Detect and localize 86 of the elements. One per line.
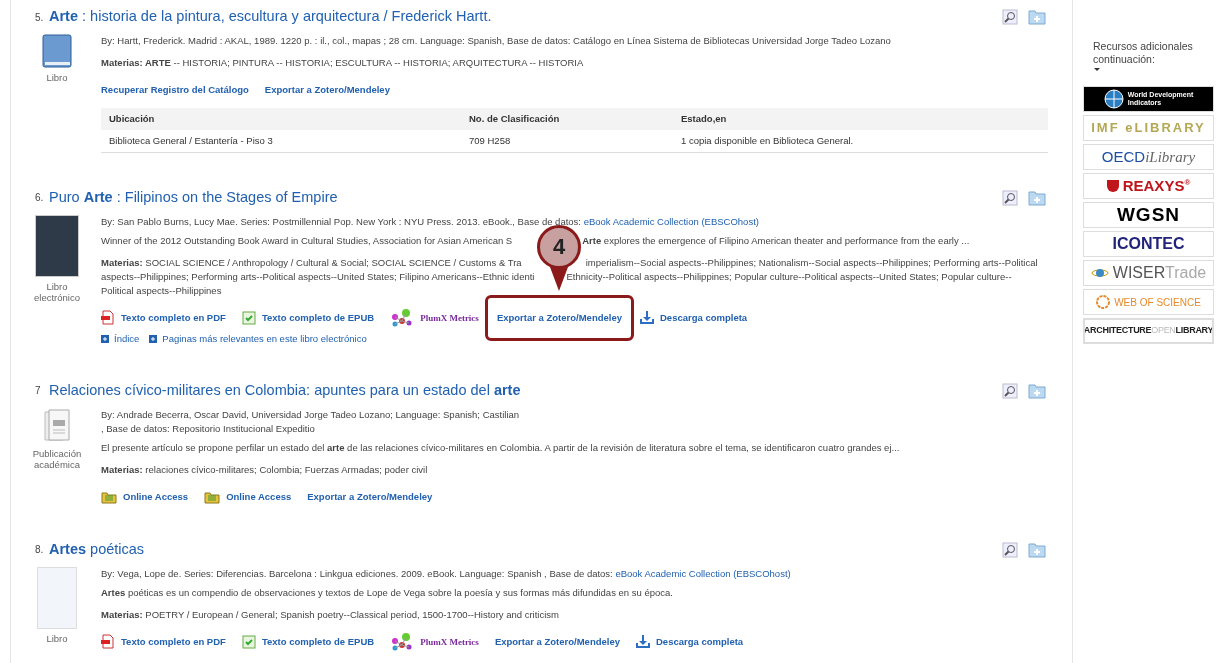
- subjects-text: Materias: relaciones cívico-militares; Colombia; Fuerzas Armadas; poder civil: [101, 462, 428, 477]
- folder-add-icon: [1028, 9, 1046, 25]
- abstract-text: Winner of the 2012 Outstanding Book Award in Cultural Studies, Association for Asian American S: [101, 234, 513, 246]
- byline-text: By: San Pablo Burns, Lucy Mae. Series: Postmillennial Pop. New York : NYU Press. 2013. eBook., Base de datos: eBook Academic Collection (EBSCOhost): [101, 214, 760, 229]
- record-title-link[interactable]: Artes poéticas: [49, 538, 145, 561]
- folder-add-icon: [1028, 541, 1046, 558]
- table-cell: 1 copia disponible en Biblioteca General.: [673, 130, 1048, 152]
- result-link[interactable]: Descarga completa: [636, 634, 744, 649]
- database-link[interactable]: eBook Academic Collection (EBSCOhost): [583, 215, 759, 227]
- result-link[interactable]: Texto completo en PDF: [101, 634, 226, 649]
- database-text: , Base de datos: Repositorio Institucional Expeditio: [101, 421, 316, 436]
- pdf-document-icon: [101, 634, 115, 649]
- database-link[interactable]: eBook Academic Collection (EBSCOhost): [615, 567, 791, 579]
- document-check-icon: [241, 634, 256, 649]
- result-link[interactable]: Recuperar Registro del Catálogo: [101, 83, 249, 97]
- magnifier-icon: [1002, 541, 1018, 558]
- column-header: Ubicación: [101, 108, 461, 130]
- result-link[interactable]: PlumX Metrics: [390, 308, 479, 327]
- plus-square-icon: [101, 334, 109, 343]
- subjects-text: imperialism--Social aspects--Philippines; Nationalism--Social aspects--Philippines; Performing arts--Political: [585, 255, 1038, 270]
- shield-icon: [1106, 180, 1119, 192]
- plus-square-icon: [149, 334, 158, 343]
- book-cover-picture: [37, 566, 77, 629]
- globe-icon: [1090, 267, 1109, 279]
- result-link[interactable]: Online Access: [204, 489, 292, 504]
- table-cell: Biblioteca General / Estantería - Piso 3: [101, 130, 461, 152]
- book-cover-picture: [35, 214, 79, 277]
- byline-text: By: Andrade Becerra, Oscar David, Universidad Jorge Tadeo Lozano; Language: Spanish; Castilian: [101, 407, 521, 422]
- item-type-label: Libro: [46, 72, 68, 83]
- caret-icon: [1093, 66, 1101, 72]
- record-title-link[interactable]: Arte : historia de la pintura, escultura y arquitectura / Frederick Hartt.: [49, 6, 492, 28]
- download-icon: [640, 310, 654, 325]
- folder-add-icon: [1028, 382, 1046, 399]
- document-check-icon: [241, 310, 256, 325]
- result-link[interactable]: Texto completo de EPUB: [241, 634, 375, 649]
- result-link[interactable]: Descarga completa: [640, 310, 748, 325]
- subjects-text: Materias: SOCIAL SCIENCE / Anthropology / Cultural & Social; SOCIAL SCIENCE / Customs & Tra: [101, 255, 522, 270]
- result-link[interactable]: Texto completo en PDF: [101, 310, 226, 325]
- download-icon: [636, 634, 650, 649]
- result-link[interactable]: Exportar a Zotero/Mendeley: [484, 294, 634, 341]
- item-type-label: Libro electrónico: [34, 280, 80, 303]
- result-number: 5.: [35, 10, 45, 25]
- result-link[interactable]: Exportar a Zotero/Mendeley: [307, 489, 433, 504]
- folder-icon: [204, 489, 221, 504]
- resource-logo[interactable]: WISERTrade: [1083, 260, 1214, 286]
- resource-logo[interactable]: OECDiLibrary: [1083, 144, 1214, 170]
- folder-add-icon: [1028, 189, 1046, 206]
- result-number: 6.: [35, 191, 45, 205]
- folder-icon: [101, 489, 117, 504]
- pdf-document-icon: [101, 310, 115, 325]
- magnifier-icon: [1002, 189, 1018, 206]
- result-number: 7: [35, 384, 42, 398]
- result-link[interactable]: Exportar a Zotero/Mendeley: [264, 83, 390, 97]
- globe-icon: [1103, 89, 1124, 109]
- result-link[interactable]: PlumX Metrics: [390, 632, 479, 651]
- subjects-text: Political aspects--Philippines: [101, 283, 222, 298]
- subjects-text: Ethnicity--Political aspects--Philippines; Popular culture--Political aspects--United States; Popular culture--: [566, 269, 1012, 284]
- column-header: Estado,en: [673, 108, 1048, 130]
- expand-link[interactable]: Paginas más relevantes en este libro electrónico: [149, 331, 367, 346]
- abstract-text: Artes poéticas es un compendio de observaciones y textos de Lope de Vega sobre la poesía y sus formas más difundidas en su época.: [101, 586, 673, 598]
- abstract-text: Arte explores the emergence of Filipino American theater and performance from the early ...: [582, 234, 970, 246]
- resources-heading: Recursos adicionales continuación:: [1093, 40, 1193, 65]
- book-icon: [42, 34, 72, 68]
- result-number: 8.: [35, 543, 45, 557]
- magnifier-icon: [1002, 382, 1018, 399]
- resource-logo[interactable]: ICONTEC: [1083, 231, 1214, 257]
- subjects-text: Materias: ARTE -- HISTORIA; PINTURA -- HISTORIA; ESCULTURA -- HISTORIA; ARQUITECTURA -- HISTORIA: [101, 56, 584, 70]
- byline-text: By: Hartt, Frederick. Madrid : AKAL, 1989. 1220 p. : il., col., mapas ; 28 cm. Language: Spanish, Base de datos: Catálogo en Línea Sistema de Bibliotecas Universidad Jorge Tadeo Lozano: [101, 34, 892, 48]
- document-stack-icon: [42, 407, 72, 444]
- result-link[interactable]: Exportar a Zotero/Mendeley: [494, 634, 620, 649]
- resource-logo[interactable]: WGSN: [1083, 202, 1214, 228]
- result-link[interactable]: Online Access: [101, 489, 189, 504]
- column-header: No. de Clasificación: [461, 108, 673, 130]
- resource-logo[interactable]: REAXYS$^{®}$: [1083, 173, 1214, 199]
- subjects-text: Materias: POETRY / European / General; Spanish poetry--Classical period, 1500-1700--History and criticism: [101, 607, 559, 622]
- abstract-text: El presente artículo se propone perfilar un estado del arte de las relaciones cívico-militares en Colombia. A partir de la revisión de literatura sobre el tema, se identificaron cuatro grandes ej...: [101, 441, 900, 453]
- table-cell: 709 H258: [461, 130, 673, 152]
- expand-link[interactable]: Índice: [101, 331, 140, 346]
- record-title-link[interactable]: Puro Arte : Filipinos on the Stages of Empire: [49, 186, 338, 209]
- subjects-text: aspects--Philippines; Performing arts--Political aspects--United States; Filipino Americans--Ethnic identi: [101, 269, 535, 284]
- record-title-link[interactable]: Relaciones cívico-militares en Colombia: apuntes para un estado del arte: [49, 379, 521, 402]
- item-type-label: Publicación académica: [32, 447, 82, 470]
- byline-text: By: Vega, Lope de. Series: Diferencias. Barcelona : Linkgua ediciones. 2009. eBook. Language: Spanish , Base de datos: eBook Academic Collection (EBSCOhost): [101, 566, 792, 581]
- magnifier-icon: [1002, 9, 1018, 25]
- item-type-label: Libro: [46, 632, 68, 644]
- result-link[interactable]: Texto completo de EPUB: [241, 310, 375, 325]
